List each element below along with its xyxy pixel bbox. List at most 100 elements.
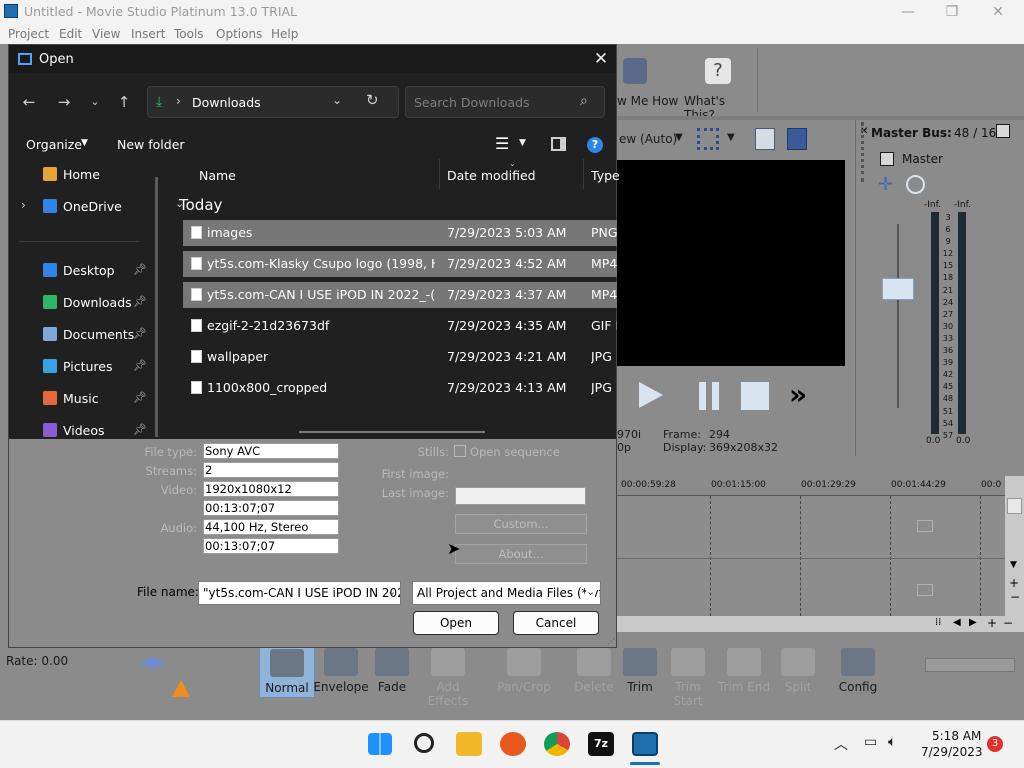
file-name[interactable]: wallpaper	[207, 349, 435, 364]
resize-grip-icon[interactable]: ⋰	[607, 637, 615, 646]
file-name[interactable]: images	[207, 225, 435, 240]
menu-project[interactable]: Project	[8, 24, 49, 44]
address-bar[interactable]: ⤓ › Downloads ⌄ ↻	[147, 86, 399, 118]
new-folder-button[interactable]: New folder	[117, 137, 185, 152]
timeline-horizontal-scrollbar[interactable]: ⁞⁞ ◀ ▶ + −	[617, 616, 1024, 632]
timeline-tracks[interactable]	[617, 496, 1007, 616]
nav-item-documents[interactable]: Documents 📌︎	[9, 319, 159, 349]
zoom-slider[interactable]	[925, 658, 1015, 672]
tool-config[interactable]: Config	[830, 644, 886, 698]
file-row[interactable]: 1100x800_cropped 7/29/2023 4:13 AM JPG F	[183, 375, 617, 401]
file-name[interactable]: 1100x800_cropped	[207, 380, 435, 395]
preview-quality-dropdown-icon[interactable]: ▼	[675, 132, 683, 143]
expand-chevron-icon[interactable]: ›	[21, 198, 26, 212]
file-explorer-icon[interactable]	[456, 732, 482, 756]
column-type[interactable]: Type	[591, 168, 620, 183]
tray-overflow-icon[interactable]: ︿	[834, 734, 848, 754]
scroll-grip-icon[interactable]: ⁞⁞	[935, 617, 941, 628]
play-icon[interactable]	[639, 382, 663, 408]
pin-icon[interactable]: 📌︎	[133, 391, 147, 404]
nav-item-downloads[interactable]: Downloads 📌︎	[9, 287, 159, 317]
tool-add-effects[interactable]: Add Effects	[420, 644, 476, 708]
h-zoom-out-icon[interactable]: −	[1003, 616, 1013, 630]
view-dropdown-icon[interactable]: ▼	[519, 138, 526, 148]
firefox-icon[interactable]	[500, 732, 526, 756]
close-icon[interactable]: ✕	[978, 2, 1018, 22]
clock-time[interactable]: 5:18 AM	[932, 729, 981, 743]
tool-trim-end[interactable]: Trim End	[716, 644, 772, 698]
tool-normal[interactable]: Normal	[259, 644, 315, 698]
pin-icon[interactable]: 📌︎	[133, 423, 147, 436]
breadcrumb-chevron-icon[interactable]: ›	[176, 94, 181, 108]
organize-button[interactable]: Organize	[26, 137, 82, 152]
tool-fade[interactable]: Fade	[364, 644, 420, 698]
timeline-vertical-scrollbar[interactable]: ▼ + −	[1005, 476, 1024, 626]
about-button[interactable]: About...	[455, 544, 587, 564]
volume-icon[interactable]: 🔈︎	[888, 734, 896, 750]
scroll-down-icon[interactable]: ▼	[1010, 560, 1017, 570]
insert-fx-icon[interactable]: ✛	[878, 174, 893, 195]
nav-item-music[interactable]: Music 📌︎	[9, 383, 159, 413]
file-name-dropdown-icon[interactable]: ⌄	[387, 585, 396, 598]
scroll-right-icon[interactable]: ▶	[969, 617, 977, 628]
pin-icon[interactable]: 📌︎	[133, 295, 147, 308]
7zip-icon[interactable]: 7z	[588, 732, 614, 756]
zoom-out-icon[interactable]: −	[1010, 590, 1020, 604]
address-dropdown-icon[interactable]: ⌄	[332, 93, 342, 107]
file-name[interactable]: ezgif-2-21d23673df	[207, 318, 435, 333]
custom-button[interactable]: Custom...	[455, 514, 587, 534]
search-taskbar-icon[interactable]	[414, 733, 434, 753]
view-options-icon[interactable]: ☰	[495, 134, 509, 153]
tool-trim-start[interactable]: Trim Start	[660, 644, 716, 708]
dialog-close-icon[interactable]: ✕	[589, 49, 613, 69]
recent-locations-chevron-icon[interactable]: ⌄	[81, 90, 109, 114]
menu-options[interactable]: Options	[216, 24, 262, 44]
file-name[interactable]: yt5s.com-CAN I USE iPOD IN 2022_-(1080..…	[207, 287, 435, 302]
restore-icon[interactable]: ❐	[932, 2, 972, 22]
clock-date[interactable]: 7/29/2023	[921, 745, 983, 759]
scroll-thumb[interactable]	[1007, 498, 1022, 514]
file-name-input[interactable]: "yt5s.com-CAN I USE iPOD IN 2022	[198, 581, 401, 605]
menu-help[interactable]: Help	[271, 24, 298, 44]
nav-item-home[interactable]: Home	[9, 159, 159, 189]
nav-item-onedrive[interactable]: › OneDrive	[9, 191, 159, 221]
search-box[interactable]: Search Downloads ⌕	[405, 86, 605, 118]
open-sequence-label[interactable]: Open sequence	[470, 445, 560, 459]
menu-view[interactable]: View	[92, 24, 120, 44]
rate-marker-icon[interactable]	[172, 680, 190, 697]
organize-dropdown-icon[interactable]: ▼	[81, 138, 88, 148]
pin-icon[interactable]: 📌︎	[133, 263, 147, 276]
save-snapshot-icon[interactable]	[787, 128, 807, 150]
file-row[interactable]: yt5s.com-Klasky Csupo logo (1998, HD, 6.…	[183, 251, 617, 277]
file-type-select[interactable]: All Project and Media Files (*.vf	[412, 581, 601, 605]
address-path[interactable]: Downloads	[192, 95, 261, 110]
refresh-icon[interactable]: ↻	[366, 91, 379, 109]
menu-edit[interactable]: Edit	[59, 24, 82, 44]
search-placeholder[interactable]: Search Downloads	[414, 95, 530, 110]
zoom-in-icon[interactable]: +	[1009, 576, 1019, 590]
preview-quality[interactable]: ew (Auto)	[619, 132, 677, 146]
rate-slider-icon[interactable]: ◀▶	[140, 652, 165, 671]
whats-this-icon[interactable]: ?	[705, 58, 731, 84]
tool-pan-crop[interactable]: Pan/Crop	[496, 644, 552, 698]
scroll-left-icon[interactable]: ◀	[953, 617, 961, 628]
movie-studio-taskbar-icon[interactable]	[632, 732, 658, 756]
help-icon[interactable]: ?	[587, 137, 603, 153]
volume-fader[interactable]	[882, 278, 914, 300]
file-name[interactable]: yt5s.com-Klasky Csupo logo (1998, HD, 6.…	[207, 256, 435, 271]
minimize-icon[interactable]: —	[888, 2, 928, 22]
file-row[interactable]: yt5s.com-CAN I USE iPOD IN 2022_-(1080..…	[183, 282, 617, 308]
last-image-field[interactable]	[455, 487, 586, 505]
back-arrow-icon[interactable]: ←	[15, 90, 43, 114]
file-row[interactable]: images 7/29/2023 5:03 AM PNG	[183, 220, 617, 246]
grid-dropdown-icon[interactable]: ▼	[727, 132, 735, 143]
open-sequence-checkbox[interactable]	[454, 445, 466, 457]
mute-icon[interactable]	[906, 175, 925, 194]
pin-icon[interactable]: 📌︎	[133, 327, 147, 340]
up-arrow-icon[interactable]: ↑	[110, 90, 138, 114]
column-date-modified[interactable]: Date modified	[447, 168, 536, 183]
master-bus-options-icon[interactable]	[996, 124, 1010, 138]
pause-icon[interactable]	[699, 382, 719, 410]
chrome-icon[interactable]	[544, 732, 570, 756]
tool-envelope[interactable]: Envelope	[313, 644, 369, 698]
